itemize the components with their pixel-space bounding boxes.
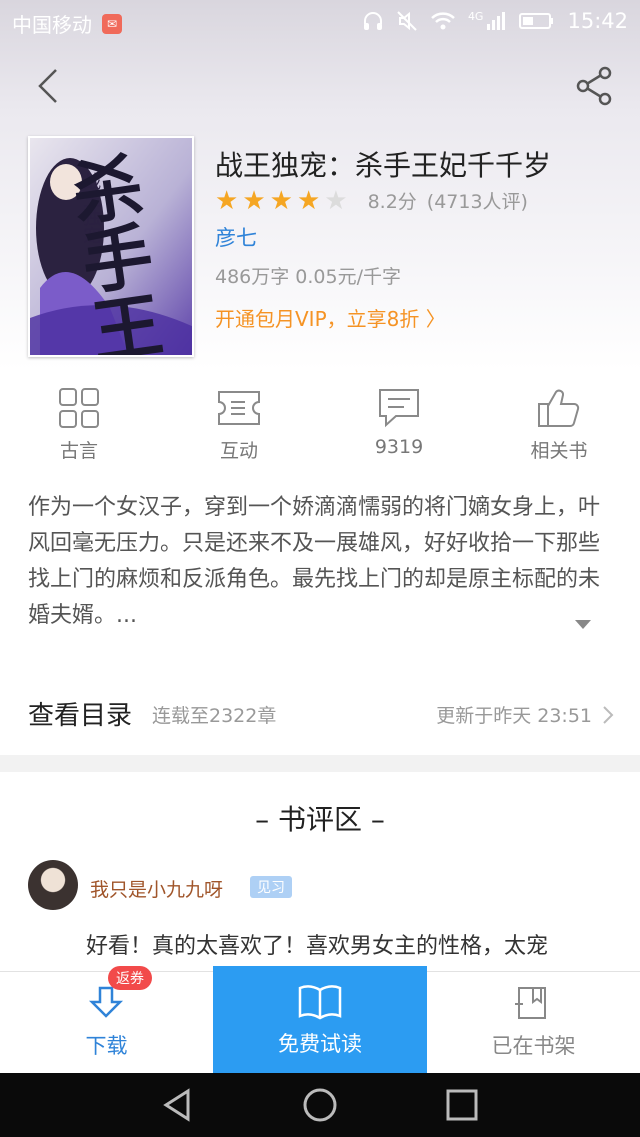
expand-icon[interactable] <box>575 620 591 629</box>
network-label: 4G <box>467 9 484 23</box>
user-level-badge: 见习 <box>250 876 292 898</box>
action-label: 相关书 <box>530 440 588 462</box>
free-read-button[interactable]: 免费试读 <box>213 966 427 1074</box>
battery-icon <box>519 13 554 29</box>
action-related-books[interactable]: 相关书 <box>499 386 619 463</box>
download-label: 下载 <box>85 1034 128 1058</box>
book-cover[interactable]: 战王独宠 杀手王妃千千岁 <box>28 136 194 357</box>
ticket-icon <box>218 391 260 425</box>
author-link[interactable]: 彦七 <box>215 222 257 252</box>
back-triangle-icon[interactable] <box>158 1085 198 1125</box>
book-open-icon <box>298 985 342 1020</box>
share-button[interactable] <box>572 64 616 108</box>
catalog-status: 连载至2322章 <box>152 705 277 727</box>
free-read-label: 免费试读 <box>278 1032 362 1056</box>
download-icon <box>88 986 124 1018</box>
recents-square-icon[interactable] <box>442 1085 482 1125</box>
status-bar: 中国移动 ✉ 4G 15:42 <box>0 0 640 44</box>
rating-score: 8.2分 <box>367 191 417 213</box>
star-icon: ★ <box>324 185 348 216</box>
back-button[interactable] <box>28 64 72 108</box>
reviewer-name[interactable]: 我只是小九九呀 <box>90 875 223 902</box>
action-category[interactable]: 古言 <box>19 386 139 463</box>
avatar[interactable] <box>28 860 78 910</box>
bookshelf-icon <box>515 987 546 1019</box>
mute-icon <box>397 11 417 31</box>
action-label: 古言 <box>59 440 98 462</box>
download-button[interactable]: 返券 下载 <box>0 966 213 1074</box>
book-header: 中国移动 ✉ 4G 15:42 战王独宠 杀手王妃千千岁 战王独宠：杀手王妃千千… <box>0 0 640 370</box>
catalog-updated: 更新于昨天 23:51 <box>436 705 592 727</box>
clock: 15:42 <box>567 9 628 33</box>
star-icon: ★ <box>269 185 293 216</box>
chevron-left-icon <box>38 69 57 103</box>
star-rating: ★ ★ ★ ★ ★ <box>215 188 348 214</box>
action-row: 古言 互动 9319 相关书 <box>0 370 640 480</box>
catalog-row[interactable]: 查看目录 连载至2322章 更新于昨天 23:51 <box>0 675 640 755</box>
bottom-action-bar: 返券 下载 免费试读 已在书架 <box>0 966 640 1074</box>
share-icon <box>576 66 612 106</box>
action-interact[interactable]: 互动 <box>179 386 299 463</box>
system-nav-bar <box>0 1073 640 1137</box>
signal-icon <box>487 12 506 30</box>
review-section-title: – 书评区 – <box>255 803 385 836</box>
carrier-label: 中国移动 <box>12 13 92 37</box>
on-shelf-button[interactable]: 已在书架 <box>427 972 640 1074</box>
rating-count: (4713人评) <box>426 191 528 213</box>
chevron-right-icon: 〉 <box>425 307 446 331</box>
chevron-right-icon <box>603 706 614 724</box>
book-synopsis[interactable]: 作为一个女汉子，穿到一个娇滴滴懦弱的将门嫡女身上，叶风回毫无压力。只是还来不及一… <box>28 490 612 634</box>
review-section: – 书评区 – 我只是小九九呀 见习 好看！真的太喜欢了！喜欢男女主的性格，太宠 <box>0 772 640 972</box>
action-label: 9319 <box>374 436 424 458</box>
grid-icon <box>59 388 99 428</box>
vip-label: 开通包月VIP，立享8折 <box>215 307 420 331</box>
comment-icon <box>379 389 419 428</box>
home-circle-icon[interactable] <box>300 1085 340 1125</box>
thumbs-up-icon <box>538 389 580 427</box>
action-comments[interactable]: 9319 <box>339 386 459 458</box>
rating-row: ★ ★ ★ ★ ★ 8.2分 (4713人评) <box>215 187 528 214</box>
vip-link[interactable]: 开通包月VIP，立享8折 〉 <box>215 303 446 332</box>
headphones-icon <box>363 12 382 30</box>
star-icon: ★ <box>215 185 239 216</box>
coupon-badge: 返券 <box>108 966 152 990</box>
notification-icon: ✉ <box>102 13 122 34</box>
book-detail-section: 古言 互动 9319 相关书 作为一个女汉子，穿到一个娇滴滴懦弱的将门嫡女身上，… <box>0 370 640 755</box>
review-text[interactable]: 好看！真的太喜欢了！喜欢男女主的性格，太宠 <box>86 928 548 960</box>
star-icon: ★ <box>296 185 321 216</box>
on-shelf-label: 已在书架 <box>491 1034 576 1058</box>
catalog-title: 查看目录 <box>28 701 133 731</box>
star-icon: ★ <box>242 185 266 216</box>
book-title: 战王独宠：杀手王妃千千岁 <box>215 149 552 182</box>
action-label: 互动 <box>219 440 258 462</box>
wifi-icon <box>431 12 455 30</box>
top-nav <box>0 54 640 118</box>
book-meta: 486万字 0.05元/千字 <box>215 266 402 288</box>
